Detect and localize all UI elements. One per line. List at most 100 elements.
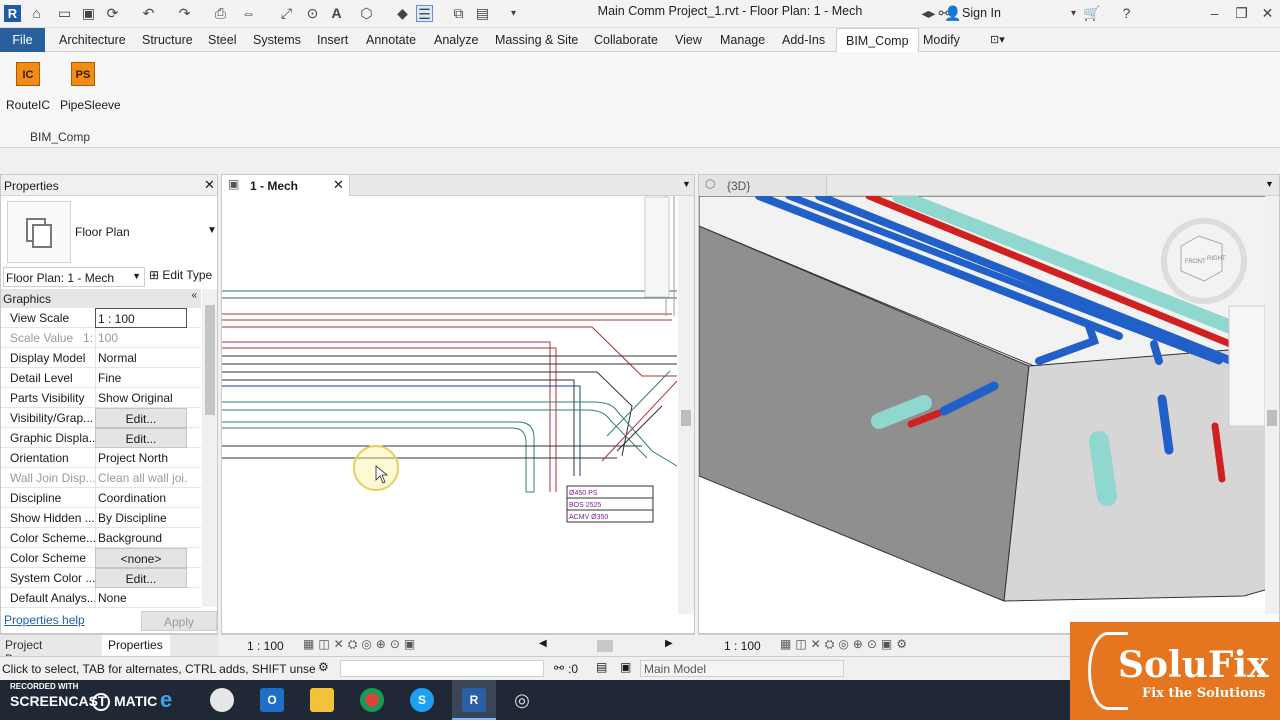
thin-lines-icon[interactable]: ☰ (416, 5, 433, 22)
edit-type-button[interactable]: ⊞ Edit Type (149, 268, 212, 282)
tab-manage[interactable]: Manage (720, 28, 765, 52)
chrome-icon[interactable] (360, 688, 384, 712)
properties-help-link[interactable]: Properties help (4, 613, 85, 627)
revit-app-icon[interactable]: R (4, 5, 21, 22)
tab-systems[interactable]: Systems (253, 28, 301, 52)
graphics-group-header[interactable]: Graphics « (1, 289, 201, 308)
workset-selector[interactable] (340, 660, 544, 677)
tab-bim-comp[interactable]: BIM_Comp (836, 28, 919, 53)
tab-collaborate[interactable]: Collaborate (594, 28, 658, 52)
design-option-selector[interactable]: Main Model (640, 660, 844, 677)
navigation-bar[interactable] (644, 196, 670, 298)
home-icon[interactable]: ⌂ (28, 5, 45, 22)
measure-icon[interactable]: ⇔ (240, 5, 257, 22)
editable-only-icon[interactable]: ▣ (620, 660, 631, 674)
vertical-scrollbar[interactable] (678, 196, 694, 614)
switch-windows-icon[interactable]: ▤ (474, 5, 491, 22)
sync-icon[interactable]: ⟳ (104, 5, 121, 22)
graphic-display-edit-button[interactable]: Edit... (95, 428, 187, 448)
customize-qat-icon[interactable]: ▾ (505, 5, 522, 22)
save-icon[interactable]: ▣ (80, 5, 97, 22)
redo-icon[interactable]: ↷ (176, 5, 193, 22)
worksets-icon[interactable]: ⚙ (318, 660, 329, 674)
type-dropdown-icon[interactable]: ▼ (207, 225, 217, 236)
view-scale-field[interactable]: 1 : 100 (95, 308, 187, 328)
sign-in-link[interactable]: Sign In (962, 6, 1001, 20)
tab-project-browser[interactable]: Project Browser... (0, 635, 102, 666)
tag-icon[interactable]: ⊙ (304, 5, 321, 22)
ie-icon[interactable]: e (160, 688, 184, 712)
snipping-icon[interactable] (210, 688, 234, 712)
design-options-icon[interactable]: ⚯ (554, 661, 564, 675)
view-menu-icon[interactable]: ▼ (682, 179, 691, 189)
tab-structure[interactable]: Structure (142, 28, 193, 52)
close-hidden-icon[interactable]: ⧉ (450, 5, 467, 22)
text-icon[interactable]: A (328, 5, 345, 22)
scroll-left-icon[interactable]: ◀ (539, 638, 547, 649)
prop-show-hidden: Show Hidden ... By Discipline (1, 508, 201, 528)
minimize-icon[interactable]: – (1206, 5, 1223, 22)
tab-steel[interactable]: Steel (208, 28, 237, 52)
scroll-thumb[interactable] (205, 305, 215, 415)
tab-insert[interactable]: Insert (317, 28, 348, 52)
recorder-label-right: MATIC (114, 693, 158, 709)
outlook-icon[interactable]: O (260, 688, 284, 712)
skype-icon[interactable]: S (410, 688, 434, 712)
pipesleeve-button[interactable]: PS PipeSleeve (60, 62, 121, 112)
prop-color-scheme-location: Color Scheme... Background (1, 528, 201, 548)
visibility-edit-button[interactable]: Edit... (95, 408, 187, 428)
apply-button[interactable]: Apply (141, 611, 217, 631)
3d-scale[interactable]: 1 : 100 (724, 639, 761, 653)
system-color-edit-button[interactable]: Edit... (95, 568, 187, 588)
3d-view[interactable]: ⬡ {3D} ▼ FRONT RIGHT (698, 174, 1280, 634)
view-menu-icon[interactable]: ▼ (1265, 179, 1274, 189)
tab-1-mech[interactable]: ▣ 1 - Mech ✕ (222, 175, 350, 196)
window-title: Main Comm Project_1.rvt - Floor Plan: 1 … (597, 4, 863, 18)
tab-architecture[interactable]: Architecture (59, 28, 126, 52)
properties-scrollbar[interactable] (202, 289, 217, 607)
dimension-icon[interactable]: ⤢ (278, 5, 295, 22)
close-icon[interactable]: ✕ (204, 177, 215, 193)
tab-modify[interactable]: Modify (923, 28, 960, 52)
sign-in-dropdown-icon[interactable]: ▾ (1065, 5, 1082, 22)
tab-file[interactable]: File (0, 28, 45, 52)
scroll-right-icon[interactable]: ▶ (665, 638, 673, 649)
pipesleeve-icon: PS (71, 62, 95, 86)
instance-selector[interactable]: Floor Plan: 1 - Mech ▼ (3, 267, 145, 287)
tab-massing-site[interactable]: Massing & Site (495, 28, 578, 52)
type-name[interactable]: Floor Plan (75, 225, 130, 239)
close-icon[interactable]: ✕ (333, 177, 344, 193)
filter-icon[interactable]: ▤ (596, 660, 607, 674)
floor-plan-view[interactable]: ▣ 1 - Mech ✕ ▼ Ø450 PS BOS 2525 ACMV Ø35… (221, 174, 695, 634)
color-scheme-button[interactable]: <none> (95, 548, 187, 568)
help-icon[interactable]: ? (1118, 5, 1135, 22)
tab-annotate[interactable]: Annotate (366, 28, 416, 52)
view-controls-icons[interactable]: ▦◫✕⛭◎⊕⊙▣ (303, 637, 419, 652)
undo-icon[interactable]: ↶ (140, 5, 157, 22)
3d-navigation-bar[interactable] (1228, 305, 1266, 427)
file-explorer-icon[interactable] (310, 688, 334, 712)
restore-icon[interactable]: ❐ (1233, 5, 1250, 22)
tab-properties[interactable]: Properties (102, 635, 170, 656)
tab-3d[interactable]: ⬡ {3D} (699, 175, 827, 196)
open-folder-icon[interactable]: ▭ (56, 5, 73, 22)
recorder-icon[interactable]: ◎ (510, 688, 534, 712)
prop-visibility-graphics: Visibility/Grap... Edit... (1, 408, 201, 428)
tab-view[interactable]: View (675, 28, 702, 52)
3d-view-icon[interactable]: ⬡ (358, 5, 375, 22)
ribbon-options-icon[interactable]: ⊡▾ (990, 28, 1005, 52)
revit-icon[interactable]: R (462, 688, 486, 712)
section-icon[interactable]: ◆ (394, 5, 411, 22)
print-icon[interactable]: ⎙ (212, 5, 229, 22)
routeic-button[interactable]: IC RouteIC (5, 62, 51, 112)
pipesleeve-label: PipeSleeve (60, 98, 121, 112)
3d-view-controls-icons[interactable]: ▦◫✕⛭◎⊕⊙▣⚙ (780, 637, 911, 652)
3d-vertical-scrollbar[interactable] (1265, 196, 1279, 614)
tab-add-ins[interactable]: Add-Ins (782, 28, 825, 52)
cart-icon[interactable]: 🛒 (1083, 5, 1100, 22)
close-icon[interactable]: ✕ (1259, 5, 1276, 22)
back-icon[interactable]: ◂▸ (920, 5, 937, 22)
tab-analyze[interactable]: Analyze (434, 28, 478, 52)
plan-scale[interactable]: 1 : 100 (247, 639, 284, 653)
horizontal-scroll-thumb[interactable] (597, 640, 613, 652)
